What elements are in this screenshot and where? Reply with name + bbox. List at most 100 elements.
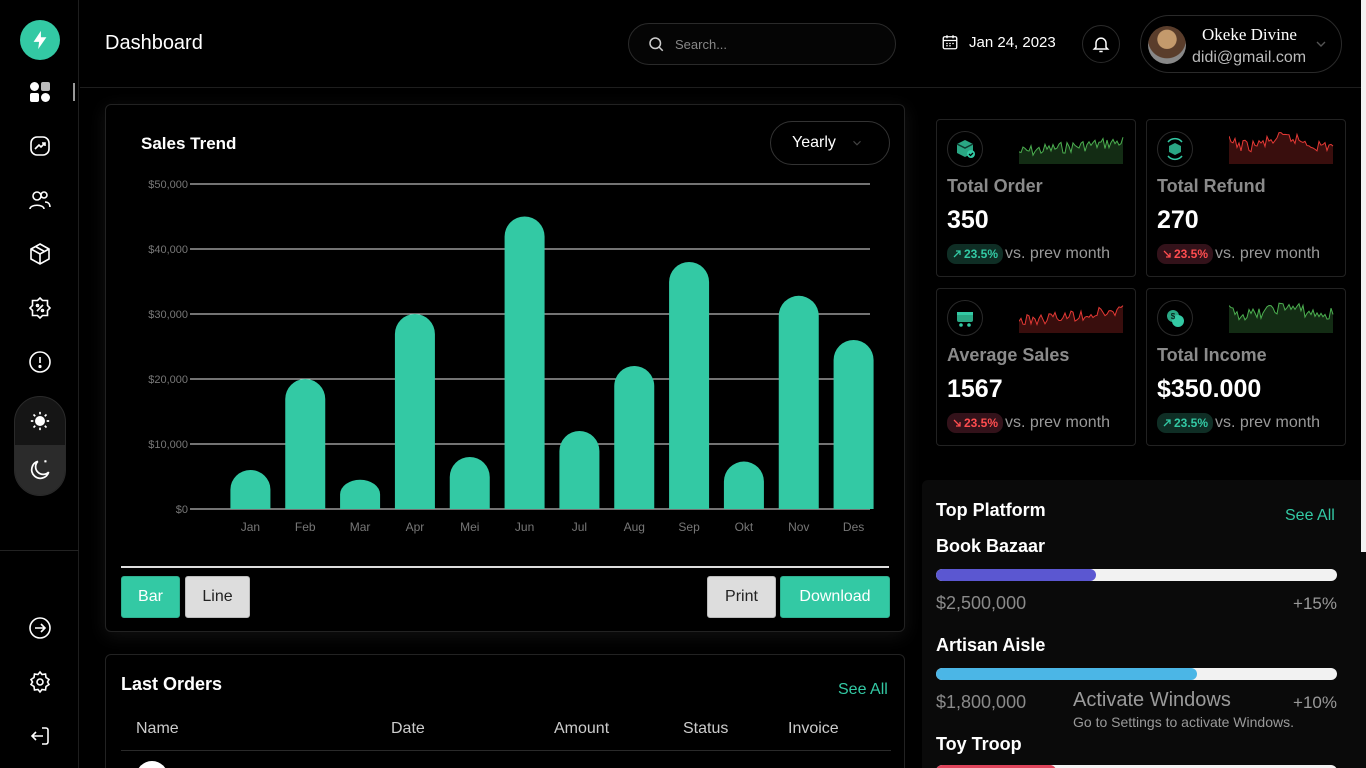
sidebar [0, 0, 79, 768]
users-icon[interactable] [26, 186, 54, 214]
bar[interactable] [559, 431, 600, 509]
stat-card-total-refund[interactable]: Total Refund 270 23.5% vs. prev month [1146, 119, 1346, 277]
column-header-amount[interactable]: Amount [554, 720, 609, 738]
arrow-down-icon [1163, 250, 1171, 258]
line-view-button[interactable]: Line [185, 576, 250, 618]
change-badge: 23.5% [947, 413, 1004, 433]
theme-toggle[interactable] [14, 396, 66, 496]
platform-see-all-link[interactable]: See All [1285, 507, 1335, 525]
avatar [1148, 26, 1186, 64]
chevron-down-icon[interactable] [1313, 36, 1329, 52]
dashboard-icon[interactable] [26, 78, 54, 106]
x-tick-label: Feb [295, 520, 316, 534]
trend-icon[interactable] [26, 132, 54, 160]
x-tick-label: Sep [678, 520, 700, 534]
x-tick-label: Mar [350, 520, 371, 534]
bar[interactable] [723, 461, 764, 509]
sparkline [1229, 302, 1334, 333]
bar[interactable] [614, 366, 655, 509]
progress-fill [936, 569, 1097, 581]
badge-icon[interactable] [26, 294, 54, 322]
stat-value: 1567 [947, 375, 1003, 403]
change-value: 23.5% [1174, 416, 1209, 430]
bar[interactable] [669, 262, 710, 509]
change-value: 23.5% [964, 416, 999, 430]
y-tick-label: $10,000 [148, 439, 188, 451]
stat-card-average-sales[interactable]: Average Sales 1567 23.5% vs. prev month [936, 288, 1136, 446]
notification-button[interactable] [1082, 25, 1120, 63]
column-header-invoice[interactable]: Invoice [788, 720, 839, 738]
column-header-name[interactable]: Name [136, 720, 179, 738]
bar[interactable] [230, 470, 271, 509]
chart-divider [121, 566, 889, 568]
column-header-date[interactable]: Date [391, 720, 425, 738]
arrow-down-icon [953, 419, 961, 427]
sidebar-divider [0, 550, 79, 551]
logout-icon[interactable] [26, 722, 54, 750]
bar[interactable] [833, 340, 874, 509]
windows-activation-hint: Go to Settings to activate Windows. [1073, 714, 1294, 730]
info-icon[interactable] [26, 348, 54, 376]
y-tick-label: $20,000 [148, 374, 188, 386]
download-button[interactable]: Download [780, 576, 890, 618]
cart-icon [947, 300, 983, 336]
x-tick-label: Jan [241, 520, 260, 534]
box-icon[interactable] [26, 240, 54, 268]
orders-see-all-link[interactable]: See All [838, 681, 888, 699]
arrow-up-icon [1163, 419, 1171, 427]
sparkline [1019, 305, 1124, 333]
stat-label: Total Order [947, 176, 1043, 196]
bar[interactable] [394, 314, 435, 509]
sun-icon[interactable] [15, 397, 65, 445]
progress-fill [936, 668, 1197, 680]
bar[interactable] [340, 479, 381, 509]
settings-icon[interactable] [26, 668, 54, 696]
x-tick-label: Jun [515, 520, 534, 534]
y-tick-label: $30,000 [148, 309, 188, 321]
arrow-up-icon [953, 250, 961, 258]
app-logo[interactable] [20, 20, 60, 60]
last-orders-card: Last Orders See All Name Date Amount Sta… [105, 654, 905, 768]
user-menu[interactable]: Okeke Divine didi@gmail.com [1140, 15, 1342, 73]
platform-amount: $1,800,000 [936, 692, 1027, 712]
search-input[interactable] [675, 36, 875, 52]
stat-card-total-income[interactable]: $ Total Income $350.000 23.5% vs. prev m… [1146, 288, 1346, 446]
calendar-icon [942, 35, 958, 50]
change-badge: 23.5% [1157, 244, 1214, 264]
cube-icon [947, 131, 983, 167]
date-text: Jan 24, 2023 [969, 33, 1056, 51]
bar[interactable] [449, 457, 490, 509]
bar-view-button[interactable]: Bar [121, 576, 180, 618]
bar[interactable] [285, 379, 326, 509]
arrow-right-icon[interactable] [26, 614, 54, 642]
lightning-icon [33, 30, 47, 50]
stat-value: 350 [947, 206, 989, 234]
search-box[interactable] [628, 23, 896, 65]
period-select[interactable]: Yearly [770, 121, 890, 165]
stat-value: 270 [1157, 206, 1199, 234]
svg-text:$: $ [1171, 312, 1176, 321]
chevron-down-icon [852, 140, 861, 146]
stat-compare-text: vs. prev month [1215, 245, 1320, 262]
page-scrollbar[interactable] [1361, 0, 1366, 552]
y-tick-label: $0 [176, 504, 188, 516]
change-badge: 23.5% [947, 244, 1004, 264]
platform-progress-bar [936, 569, 1337, 581]
bar[interactable] [778, 295, 819, 509]
bell-icon [1092, 37, 1110, 53]
platform-percent: +15% [1293, 594, 1337, 613]
stat-compare-text: vs. prev month [1005, 245, 1110, 262]
print-button[interactable]: Print [707, 576, 776, 618]
moon-icon[interactable] [15, 445, 65, 495]
bar[interactable] [504, 216, 545, 510]
platform-amount: $2,500,000 [936, 593, 1027, 613]
change-value: 23.5% [964, 247, 999, 261]
column-header-status[interactable]: Status [683, 720, 728, 738]
page-title: Dashboard [105, 32, 203, 54]
date-display[interactable]: Jan 24, 2023 [941, 33, 1056, 51]
windows-activation-title: Activate Windows [1073, 689, 1231, 711]
stat-card-total-order[interactable]: Total Order 350 23.5% vs. prev month [936, 119, 1136, 277]
stat-label: Average Sales [947, 345, 1070, 365]
user-name: Okeke Divine [1202, 25, 1297, 44]
stat-label: Total Refund [1157, 176, 1266, 196]
